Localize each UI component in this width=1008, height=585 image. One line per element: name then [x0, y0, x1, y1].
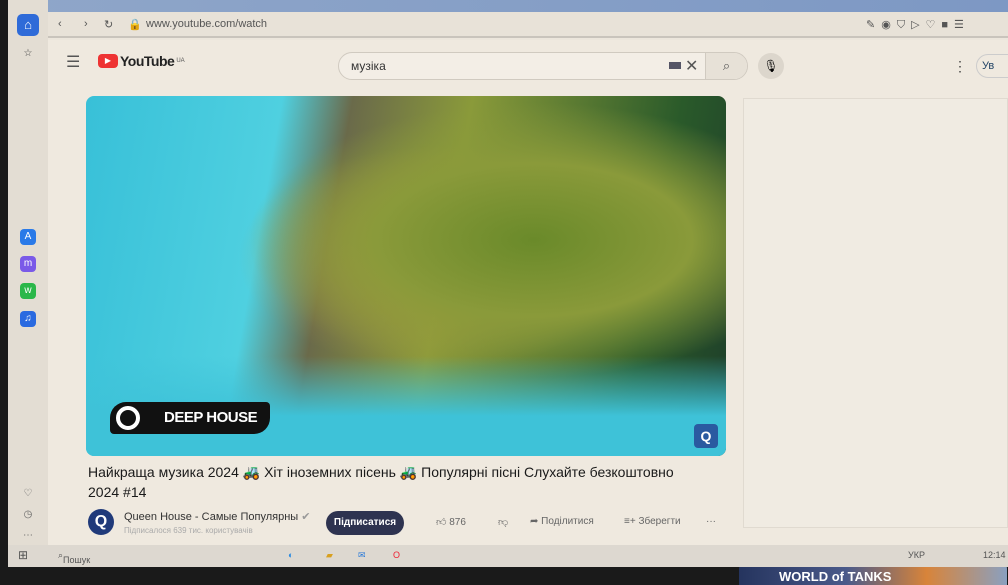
clock[interactable]: 12:14 [983, 550, 1006, 560]
browser-toolbar-icons[interactable]: ✎◉⛉▷♡■☰ [866, 18, 970, 32]
search-input[interactable]: музіка [351, 59, 386, 73]
region-label: UA [176, 58, 185, 64]
whatsapp-icon[interactable]: w [20, 283, 36, 299]
taskbar-search[interactable]: ⌕ Пошук [58, 550, 90, 565]
q-logo-icon [116, 406, 140, 430]
clear-icon[interactable]: ✕ [685, 56, 698, 76]
keyboard-icon[interactable] [669, 62, 681, 69]
url-text[interactable]: www.youtube.com/watch [146, 18, 267, 30]
taskbar: ⊞ ⌕ Пошук ◐ ▰ ✉ O УКР 12:14 [8, 545, 1008, 567]
like-count: 876 [449, 517, 466, 528]
settings-menu-icon[interactable]: ⋮ [953, 58, 967, 75]
share-icon: ➦ [530, 516, 539, 527]
thumbs-down-icon: 👎︎ [498, 517, 509, 528]
music-icon[interactable]: ♫ [20, 311, 36, 327]
save-label: Зберегти [638, 516, 681, 527]
files-icon[interactable]: ▰ [326, 550, 333, 561]
youtube-page: ☰ ▶ YouTube UA музіка ✕ ⌕ 🎙 ⋮ Ув DEEP HOUS… [48, 40, 1008, 585]
share-button[interactable]: ➦ Поділитися [530, 516, 594, 527]
menu-icon[interactable]: ☰ [66, 52, 80, 72]
overlay-label: DEEP HOUSE [164, 409, 258, 426]
heart-icon[interactable]: ♡ [20, 486, 36, 502]
microphone-icon[interactable]: 🎙 [758, 53, 784, 79]
play-icon: ▶ [98, 54, 118, 68]
recommendations-panel [743, 98, 1008, 528]
save-button[interactable]: ≡+ Зберегти [624, 516, 681, 527]
opera-icon[interactable]: O [393, 550, 400, 560]
subscriber-count: Підписалося 639 тис. користувачів [124, 526, 253, 535]
channel-avatar[interactable]: Q [88, 509, 114, 535]
app-store-icon[interactable]: A [20, 229, 36, 245]
edge-icon[interactable]: ◐ [288, 550, 293, 560]
video-title: Найкраща музика 2024 🚜 Хіт іноземних піс… [88, 464, 674, 500]
like-button[interactable]: 👍︎ 876 [436, 516, 466, 528]
youtube-logo[interactable]: ▶ YouTube UA [98, 53, 185, 69]
bookmark-icon[interactable]: ☆ [20, 46, 36, 62]
thumbs-up-icon: 👍︎ [436, 517, 447, 528]
screen: ⌂ ☆ A m w ♫ ♡ ◷ ⋯ ‹ › ↻ 🔒 www.youtube.co… [8, 0, 1008, 585]
home-icon[interactable]: ⌂ [17, 14, 39, 36]
language-indicator[interactable]: УКР [908, 550, 925, 560]
start-icon[interactable]: ⊞ [18, 548, 28, 562]
address-bar[interactable]: ‹ › ↻ 🔒 www.youtube.com/watch ✎◉⛉▷♡■☰ [48, 12, 1008, 38]
search-box[interactable]: музіка ✕ ⌕ [338, 52, 748, 80]
subscribe-button[interactable]: Підписатися [326, 511, 404, 535]
verified-icon: ✔ [301, 511, 311, 523]
taskbar-search-text[interactable]: Пошук [63, 555, 90, 565]
save-icon: ≡+ [624, 516, 636, 527]
logo-text: YouTube [120, 53, 175, 69]
browser-sidebar: ⌂ ☆ A m w ♫ ♡ ◷ ⋯ [8, 0, 48, 545]
dislike-button[interactable]: 👎︎ [498, 516, 508, 528]
channel-watermark-badge: DEEP HOUSE [110, 402, 270, 434]
messenger-icon[interactable]: m [20, 256, 36, 272]
channel-name[interactable]: Queen House - Самые Популярны ✔ [124, 510, 310, 523]
lock-icon: 🔒 [128, 19, 142, 31]
back-icon[interactable]: ‹ [58, 18, 62, 30]
history-icon[interactable]: ◷ [20, 507, 36, 523]
forward-icon[interactable]: › [84, 18, 88, 30]
channel-watermark-icon[interactable]: Q [694, 424, 718, 448]
more-actions-button[interactable]: ··· [706, 516, 716, 527]
search-button[interactable]: ⌕ [705, 53, 747, 79]
mail-icon[interactable]: ✉ [358, 550, 366, 561]
share-label: Поділитися [541, 516, 594, 527]
video-player[interactable]: DEEP HOUSE Q [86, 96, 726, 456]
ad-text: WORLD of TANKS [779, 569, 892, 584]
channel-name-text[interactable]: Queen House - Самые Популярны [124, 511, 298, 523]
sign-in-button[interactable]: Ув [976, 54, 1008, 78]
reload-icon[interactable]: ↻ [104, 18, 113, 31]
window-titlebar [8, 0, 1008, 12]
more-icon[interactable]: ⋯ [20, 528, 36, 544]
